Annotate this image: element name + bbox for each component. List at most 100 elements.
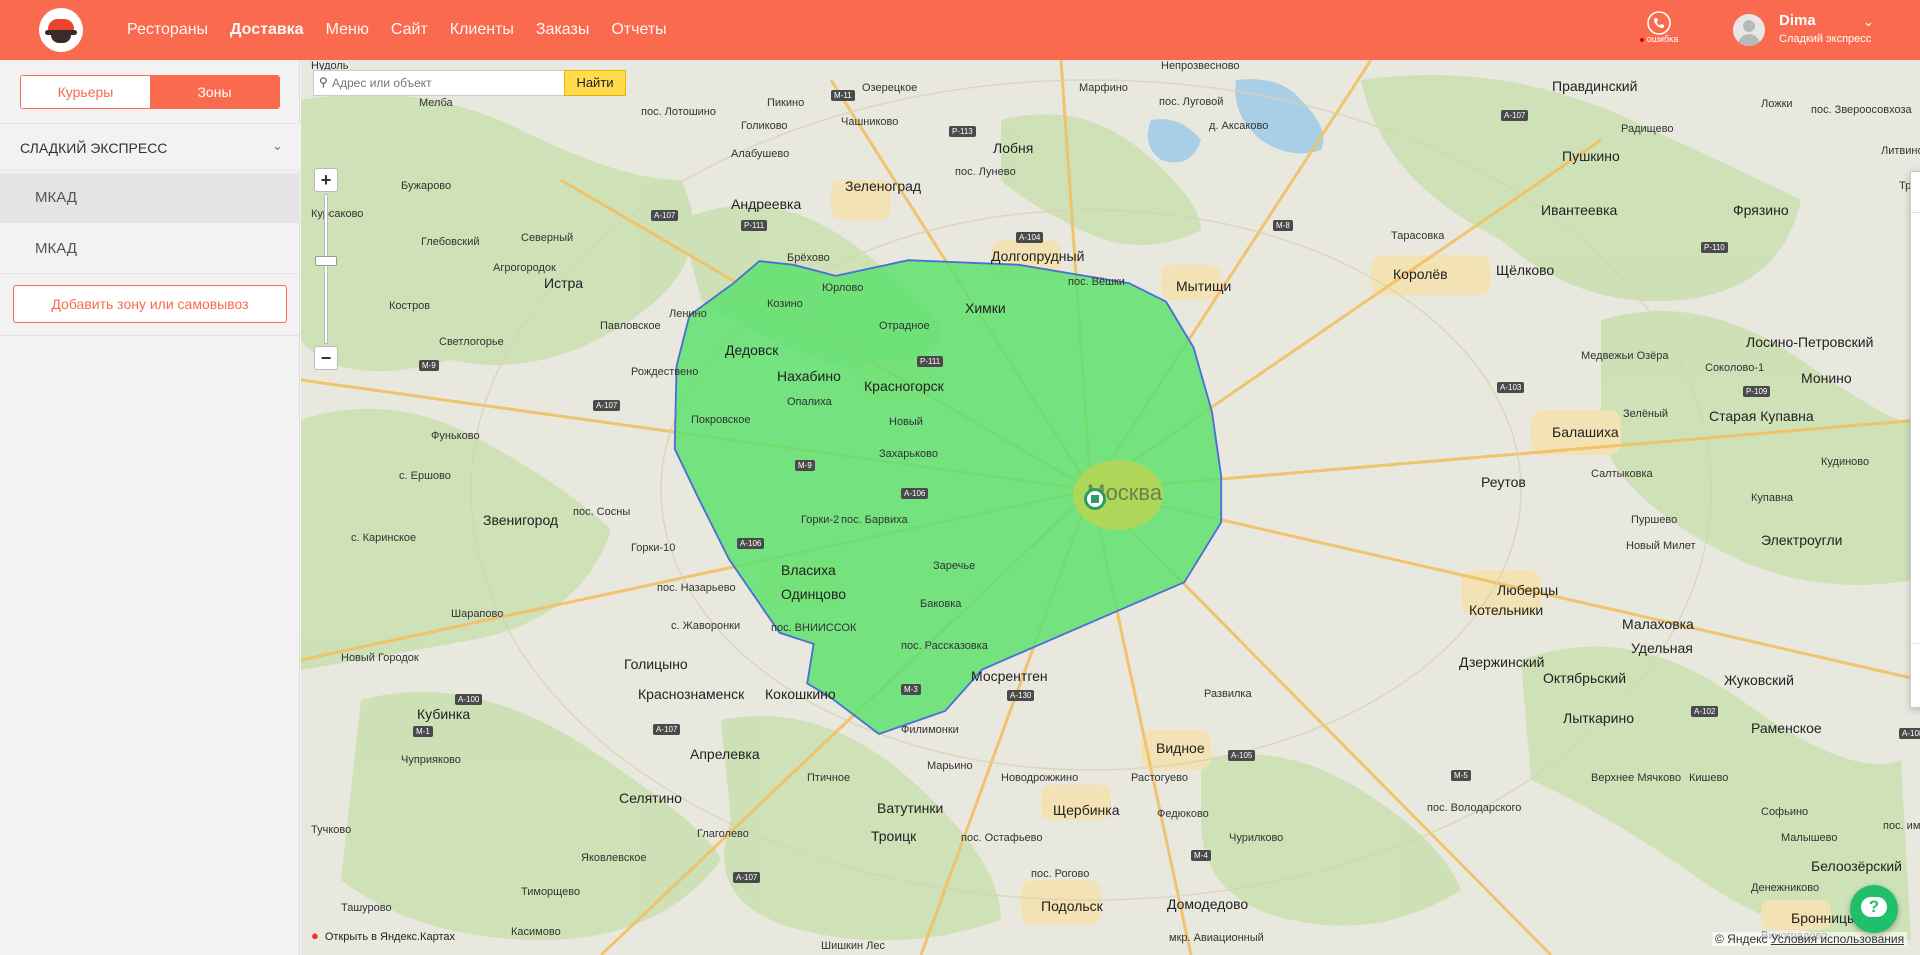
map-place-label: Селятино [619,790,682,806]
tab-couriers[interactable]: Курьеры [21,76,150,108]
map-place-label: с. Каринское [351,532,417,544]
map-place-label: Котельники [1469,602,1544,618]
map-place-label: пос. Барвиха [841,514,908,526]
map-place-label: Химки [965,300,1006,316]
nav-item-menu[interactable]: Меню [326,21,369,39]
map-place-label: Королёв [1393,266,1448,282]
map-search-button[interactable]: Найти [564,70,626,96]
map-place-label: Звенигород [483,512,559,528]
map-place-label: Денежниково [1751,882,1820,894]
map-place-label: Озерецкое [862,82,918,94]
open-in-yandex-link[interactable]: ● Открыть в Яндекс.Картах [311,928,455,943]
map-background [301,60,1920,955]
map-place-label: Растогуево [1131,772,1188,784]
support-chat-button[interactable]: ? [1850,885,1898,933]
map-place-label: Лосино-Петровский [1746,334,1874,350]
map-place-label: Шишкин Лес [821,940,885,952]
phone-status-widget[interactable]: ошибка [1636,8,1682,52]
zone-label: МКАД [35,189,77,206]
map-place-label: пос. Рогово [1031,868,1090,880]
zoom-slider-track[interactable] [324,194,328,344]
map-place-label: Голицыно [624,656,688,672]
terms-link[interactable]: Условия использования [1771,932,1904,946]
nav-item-orders[interactable]: Заказы [536,21,589,39]
map-place-label: Пуршево [1631,514,1678,526]
add-zone-button[interactable]: Добавить зону или самовывоз [13,285,287,323]
company-selector[interactable]: СЛАДКИЙ ЭКСПРЕСС ⌄ [0,123,300,171]
zoom-in-button[interactable]: + [314,168,338,192]
map-place-label: Чашниково [841,116,899,128]
map-place-label: Агрогородок [493,262,556,274]
avatar [1733,14,1765,46]
map-place-label: Лобня [993,140,1034,156]
map-place-label: Троицк [871,828,917,844]
map-place-label: пос. Вёшки [1068,276,1125,288]
route-shield: М-3 [901,684,921,695]
route-shield: А-102 [1691,706,1719,717]
route-shield: А-103 [1497,382,1525,393]
map-place-label: пос. Сосны [573,506,631,518]
map-place-label: Алабушево [731,148,790,160]
map-place-label: Соколово-1 [1705,362,1765,374]
zoom-slider-handle[interactable] [315,256,337,266]
map-place-label: Истра [544,275,584,291]
user-menu[interactable]: Dima Сладкий экспресс ⌄ [1733,11,1913,49]
brand-logo[interactable] [39,8,83,52]
map-place-label: пос. Луговой [1159,96,1224,108]
map-place-label: Власиха [781,562,836,578]
map-place-label: Зеленоград [845,178,922,194]
route-shield: М-9 [795,460,815,471]
map-place-label: Горки-10 [631,542,676,554]
map-place-label: Апрелевка [690,746,760,762]
panel-tabs: Настройки Расписание [1911,172,1920,213]
map-place-label: Медвежьи Озёра [1581,350,1669,362]
map-place-label: Салтыковка [1591,468,1653,480]
map-place-label: пос. Звероосовхоза [1811,104,1912,116]
map-place-label: Брёхово [787,252,830,264]
map-pin-icon: ● [311,928,319,943]
map-place-label: Монино [1801,370,1852,386]
zone-item-selected[interactable]: МКАД [0,173,300,223]
nav-item-restaurants[interactable]: Рестораны [127,21,208,39]
tab-settings[interactable]: Настройки [1911,172,1920,212]
restaurant-location-marker[interactable] [1084,488,1106,510]
map-place-label: Ватутинки [877,800,944,816]
map-place-label: Андреевка [731,196,802,212]
sidebar: Курьеры Зоны СЛАДКИЙ ЭКСПРЕСС ⌄ МКАД МКА… [0,60,300,955]
map-place-label: Ташурово [341,902,392,914]
delivery-map[interactable]: Нудоль Непрозвесново Правдинский Мелба Озере… [301,60,1920,955]
map-place-label: Красногорск [864,378,944,394]
nav-item-reports[interactable]: Отчеты [611,21,666,39]
map-place-label: Непрозвесново [1161,60,1240,72]
map-place-label: Ивантеевка [1541,202,1618,218]
zoom-out-button[interactable]: − [314,346,338,370]
map-place-label: Кишево [1689,772,1729,784]
map-place-label: Купавна [1751,492,1794,504]
chevron-down-icon[interactable]: ⌄ [1863,14,1874,30]
route-shield: А-107 [651,210,679,221]
map-place-label: Павловское [600,320,661,332]
search-icon: ⚲ [319,75,328,89]
map-place-label: Октябрьский [1543,670,1627,686]
tab-zones[interactable]: Зоны [150,76,279,108]
user-company: Сладкий экспресс [1779,33,1872,45]
map-search-input[interactable] [332,73,562,93]
map-place-label: Марьино [927,760,973,772]
map-place-label: Балашиха [1552,424,1619,440]
nav-item-site[interactable]: Сайт [391,21,428,39]
map-place-label: Фуньково [431,430,480,442]
zone-item[interactable]: МКАД [0,224,300,274]
map-place-label: Новодрожжино [1001,772,1079,784]
map-place-label: Старая Купавна [1709,408,1814,424]
divider [0,335,300,336]
nav-item-clients[interactable]: Клиенты [450,21,514,39]
map-place-label: Кубинка [417,706,471,722]
map-place-label: Яковлевское [581,852,647,864]
zone-settings-panel: Настройки Расписание Параметры доставки?… [1910,171,1920,708]
map-place-label: с. Ершово [399,470,451,482]
map-place-label: Чуприяково [401,754,461,766]
map-place-label: мкр. Авиационный [1169,932,1264,944]
divider [1911,643,1920,644]
nav-item-delivery[interactable]: Доставка [230,21,304,39]
top-navigation-bar: Рестораны Доставка Меню Сайт Клиенты Зак… [0,0,1920,60]
